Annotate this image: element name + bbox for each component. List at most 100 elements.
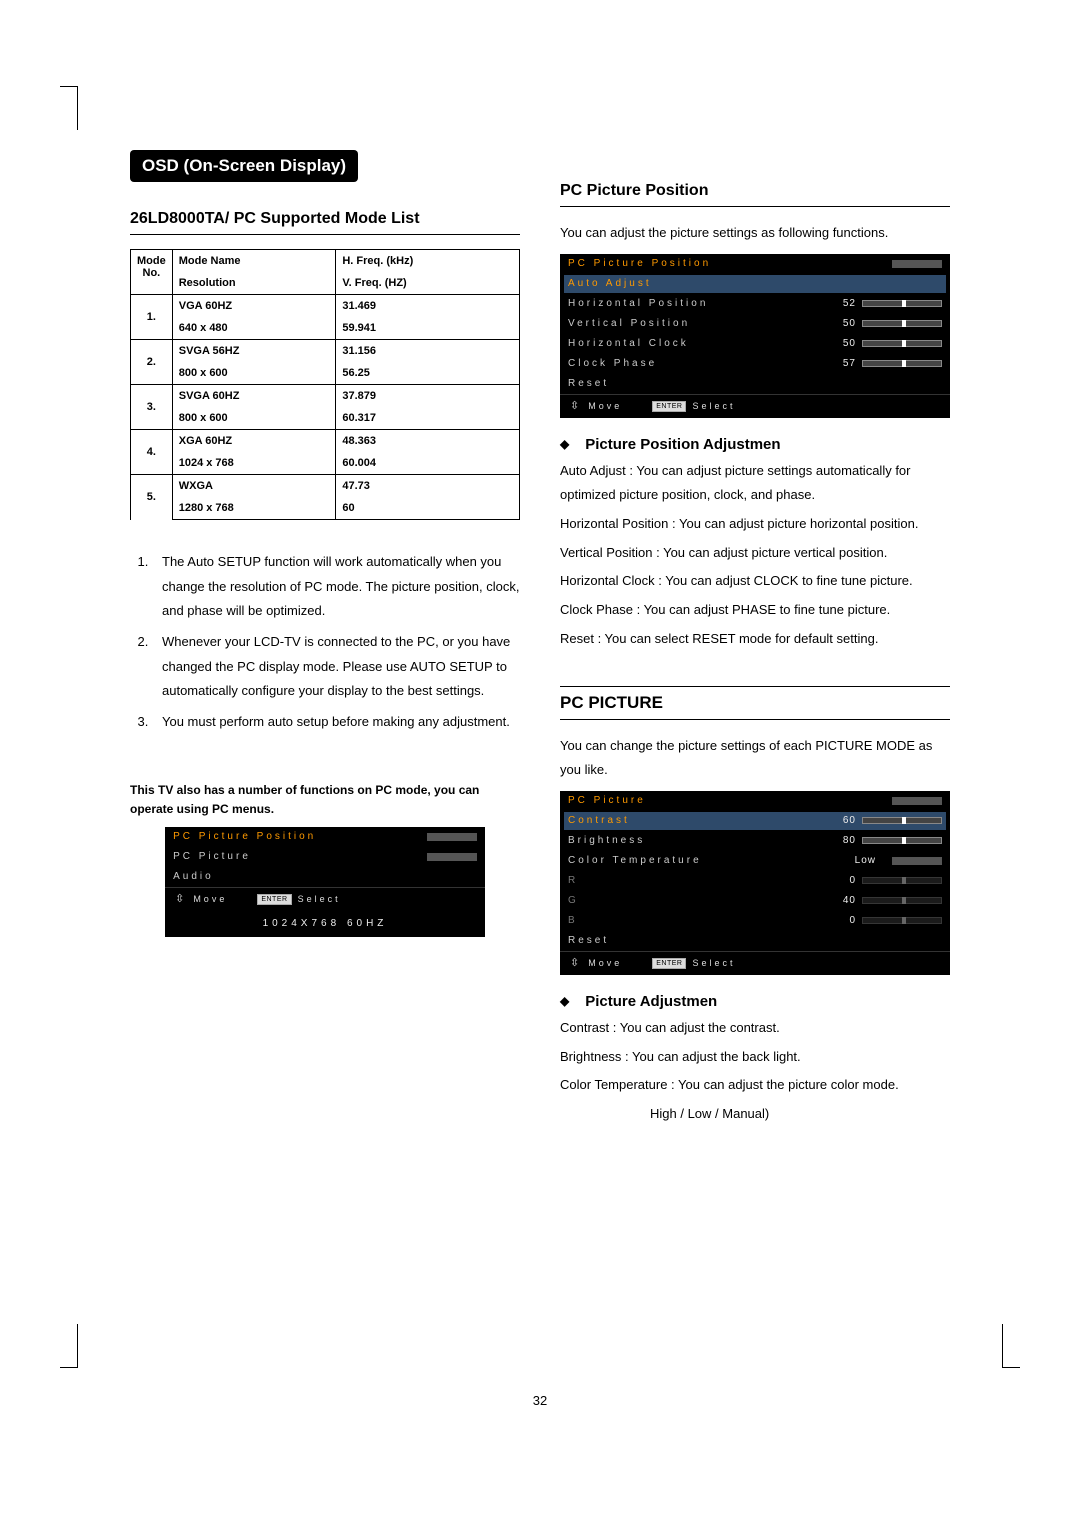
osd-title: PC Picture [568,796,646,806]
desc-line: Horizontal Position : You can adjust pic… [560,512,950,537]
page-number: 32 [0,1393,1080,1408]
mode-name: WXGA [172,475,336,498]
mode-no: 5. [131,475,173,520]
slider-icon [862,360,942,367]
enter-icon: ENTER [257,894,291,905]
mode-v: 60 [336,497,520,520]
mode-table: ModeNo. Mode Name H. Freq. (kHz) Resolut… [130,249,520,520]
osd-menu-main: PC Picture Position PC Picture Audio Mov… [165,827,485,937]
osd-item: PC Picture [173,852,427,862]
desc-line: Auto Adjust : You can adjust picture set… [560,459,950,508]
slider-icon [862,917,942,924]
osd-value: 50 [836,319,862,329]
mode-res: 1024 x 768 [172,452,336,475]
mode-h: 31.156 [336,340,520,363]
enter-icon: ENTER [652,401,686,412]
osd-value: 0 [836,916,862,926]
note-item: You must perform auto setup before makin… [152,710,520,735]
mode-v: 60.317 [336,407,520,430]
osd-item: Auto Adjust [568,279,942,289]
mode-v: 60.004 [336,452,520,475]
desc-line: Vertical Position : You can adjust pictu… [560,541,950,566]
desc-subline: High / Low / Manual) [560,1102,950,1127]
osd-item: Contrast [568,816,836,826]
osd-menu-position: PC Picture Position Auto Adjust Horizont… [560,254,950,418]
mode-res: 1280 x 768 [172,497,336,520]
osd-value: 57 [836,359,862,369]
mode-v: 59.941 [336,317,520,340]
right-column: PC Picture Position You can adjust the p… [560,150,950,1368]
osd-hint-move: Move [193,895,227,904]
mode-h: 48.363 [336,430,520,453]
th-mode: ModeNo. [131,250,173,295]
th-vfreq: V. Freq. (HZ) [336,272,520,295]
desc-line: Contrast : You can adjust the contrast. [560,1016,950,1041]
crop-mark [60,86,78,130]
mode-no: 2. [131,340,173,385]
th-hfreq: H. Freq. (kHz) [336,250,520,273]
note-item: The Auto SETUP function will work automa… [152,550,520,624]
slider-icon [862,340,942,347]
divider [560,686,950,687]
divider [560,719,950,720]
mode-h: 31.469 [336,295,520,318]
slider-icon [862,877,942,884]
mode-h: 47.73 [336,475,520,498]
mode-no: 3. [131,385,173,430]
osd-item: Audio [173,872,477,882]
picture-adjust-heading: Picture Adjustmen [560,993,950,1010]
osd-item: Horizontal Clock [568,339,836,349]
updown-icon [570,958,582,969]
mode-no: 4. [131,430,173,475]
osd-item: Vertical Position [568,319,836,329]
pc-position-heading: PC Picture Position [560,182,950,200]
crop-mark [60,1324,78,1368]
osd-item: R [568,876,836,886]
osd-item: Brightness [568,836,836,846]
osd-item: Reset [568,379,942,389]
osd-title: PC Picture Position [173,832,316,842]
slider-icon [862,320,942,327]
osd-footer: 1024X768 60HZ [165,911,485,937]
th-modename: Mode Name [172,250,336,273]
osd-item: Color Temperature [568,856,855,866]
divider [130,234,520,235]
slider-icon [862,837,942,844]
osd-endcap-icon [427,833,477,841]
osd-item: Clock Phase [568,359,836,369]
mode-h: 37.879 [336,385,520,408]
osd-hint-move: Move [588,959,622,968]
desc-line: Color Temperature : You can adjust the p… [560,1073,950,1098]
osd-endcap-icon [892,797,942,805]
slider-icon [862,897,942,904]
osd-value: 52 [836,299,862,309]
mode-name: XGA 60HZ [172,430,336,453]
osd-endcap-icon [892,857,942,865]
osd-item: Reset [568,936,942,946]
osd-hint-select: Select [692,959,735,968]
position-adjust-heading: Picture Position Adjustmen [560,436,950,453]
osd-value: 60 [836,816,862,826]
desc-line: Horizontal Clock : You can adjust CLOCK … [560,569,950,594]
updown-icon [175,894,187,905]
osd-menu-picture: PC Picture Contrast60 Brightness80 Color… [560,791,950,975]
mode-v: 56.25 [336,362,520,385]
desc-line: Brightness : You can adjust the back lig… [560,1045,950,1070]
osd-item: B [568,916,836,926]
osd-hint-move: Move [588,402,622,411]
osd-hint-select: Select [298,895,341,904]
osd-item: G [568,896,836,906]
mode-name: SVGA 56HZ [172,340,336,363]
osd-endcap-icon [892,260,942,268]
osd-value: Low [855,856,882,866]
updown-icon [570,401,582,412]
osd-value: 50 [836,339,862,349]
desc-line: Reset : You can select RESET mode for de… [560,627,950,652]
left-column: OSD (On-Screen Display) 26LD8000TA/ PC S… [130,150,520,1368]
osd-hint-select: Select [692,402,735,411]
pc-picture-heading: PC PICTURE [560,693,950,713]
mode-name: SVGA 60HZ [172,385,336,408]
pc-position-intro: You can adjust the picture settings as f… [560,221,950,246]
mode-list-heading: 26LD8000TA/ PC Supported Mode List [130,210,520,228]
osd-title: PC Picture Position [568,259,711,269]
